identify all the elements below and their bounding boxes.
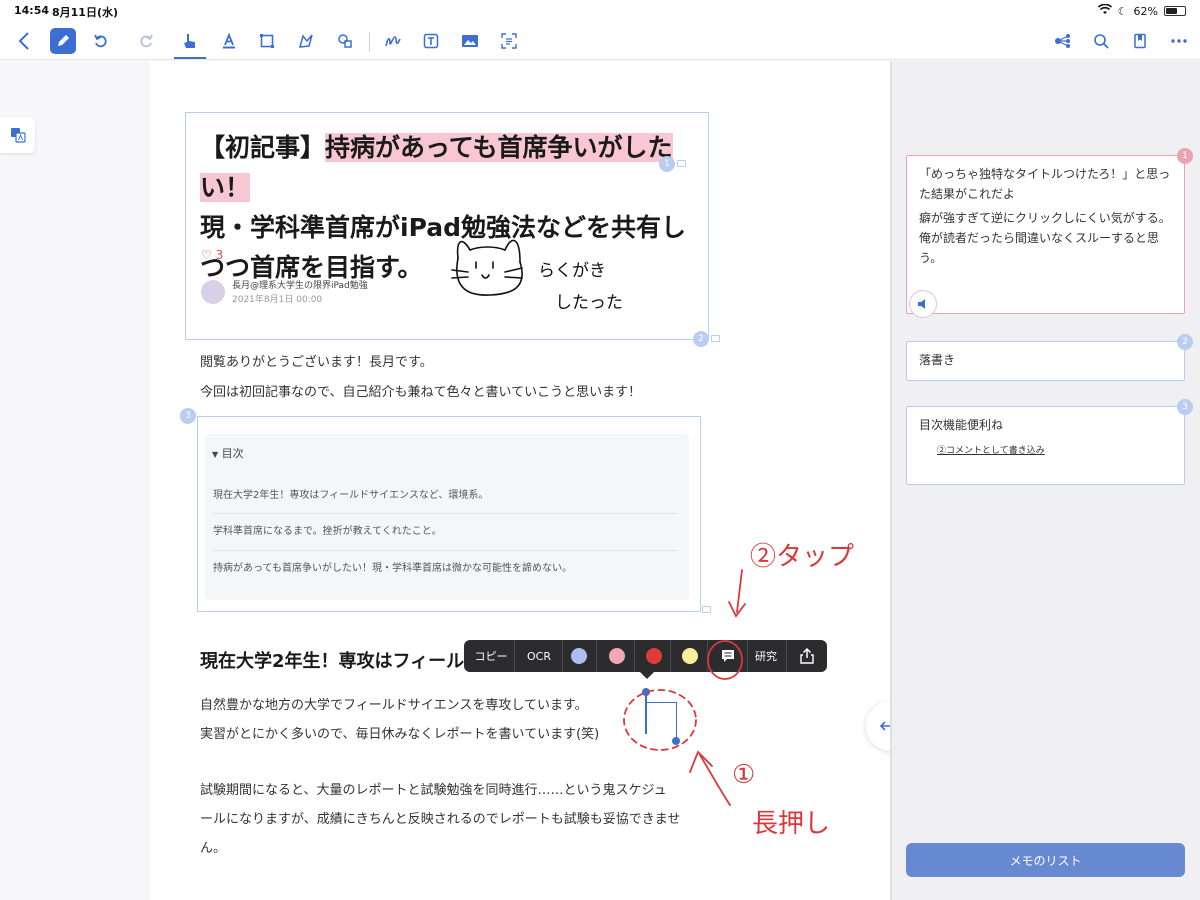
memo-list-button[interactable]: メモのリスト <box>906 843 1185 877</box>
battery-level <box>1166 8 1178 14</box>
text-box-icon[interactable] <box>418 28 444 54</box>
copy-button[interactable]: コピー <box>470 640 512 672</box>
bookmark-icon[interactable] <box>1127 28 1153 54</box>
memo-text-line: 「めっちゃ独特なタイトルつけたろ！」と思った結果がこれだよ <box>919 167 1171 201</box>
body-line-1: 自然豊かな地方の大学でフィールドサイエンスを専攻しています。 <box>200 698 588 713</box>
toc-item[interactable]: 現在大学2年生！専攻はフィールドサイエンスなど、環境系。 <box>213 486 488 501</box>
selection-caret <box>645 694 647 734</box>
scan-text-icon[interactable] <box>496 28 522 54</box>
body-line-4: ールになりますが、成績にきちんと反映されるのでレポートも試験も妥協できませ <box>200 812 681 827</box>
intro-line-1: 閲覧ありがとうございます！長月です。 <box>200 355 433 370</box>
status-bar: 14:54 8月11日(水) ☾ 62% <box>0 0 1200 22</box>
table-of-contents <box>205 434 689 600</box>
search-icon[interactable] <box>1088 28 1114 54</box>
status-time: 14:54 <box>14 4 50 17</box>
annotation-badge-3[interactable]: 3 <box>180 408 196 424</box>
toc-divider <box>213 513 678 514</box>
color-yellow-button[interactable] <box>682 648 698 664</box>
memo-badge-2: 2 <box>1177 334 1193 350</box>
popup-divider <box>514 640 515 672</box>
share-icon[interactable] <box>792 640 822 672</box>
popup-divider <box>786 640 787 672</box>
memo-text: 落書き <box>919 353 956 367</box>
more-icon[interactable] <box>1166 28 1192 54</box>
moon-icon: ☾ <box>1117 4 1128 18</box>
post-date: 2021年8月1日 00:00 <box>232 295 323 305</box>
popup-divider <box>707 640 708 672</box>
note-marker-icon[interactable] <box>677 160 686 167</box>
speaker-icon[interactable] <box>909 290 937 318</box>
scribble-icon[interactable] <box>380 28 406 54</box>
selection-popup: コピー OCR 研究 <box>464 640 827 672</box>
memo-text: 目次機能便利ね <box>919 418 1004 432</box>
title-prefix: 【初記事】 <box>200 133 326 162</box>
rectangle-icon[interactable] <box>254 28 280 54</box>
popup-pointer <box>640 672 654 679</box>
color-blue-button[interactable] <box>571 648 587 664</box>
note-marker-icon[interactable] <box>711 335 720 342</box>
toolbar-divider <box>369 32 370 52</box>
heart-icon: ♡ <box>201 248 212 262</box>
redo-icon[interactable] <box>133 28 159 54</box>
research-button[interactable]: 研究 <box>750 640 782 672</box>
toc-item[interactable]: 持病があっても首席争いがしたい！現・学科準首席は微かな可能性を諦めない。 <box>213 559 572 574</box>
battery-percent: 62% <box>1133 4 1158 18</box>
memo-badge-3: 3 <box>1177 399 1193 415</box>
memo-card-2[interactable]: 落書き <box>906 341 1185 381</box>
likes-count[interactable]: ♡ 3 <box>201 248 223 262</box>
image-icon[interactable] <box>457 28 483 54</box>
shapes-icon[interactable] <box>332 28 358 54</box>
hand-pointer-icon[interactable] <box>177 28 203 54</box>
status-right: ☾ 62% <box>1097 3 1186 18</box>
caret-down-icon: ▼ <box>212 450 219 459</box>
memo-badge-1: 1 <box>1177 148 1193 164</box>
ocr-button[interactable]: OCR <box>518 640 560 672</box>
toc-heading[interactable]: ▼ 目次 <box>212 445 244 461</box>
intro-line-2: 今回は初回記事なので、自己紹介も兼ねて色々と書いていこうと思います！ <box>200 385 642 400</box>
popup-divider <box>596 640 597 672</box>
active-tool-indicator <box>174 57 206 59</box>
popup-divider <box>634 640 635 672</box>
toc-divider <box>213 550 678 551</box>
body-line-5: ん。 <box>200 841 227 856</box>
undo-icon[interactable] <box>88 28 114 54</box>
author-name: 長月@理系大学生の限界iPad勉強 <box>232 281 368 291</box>
mindmap-icon[interactable] <box>1050 28 1076 54</box>
color-pink-button[interactable] <box>609 648 625 664</box>
likes-value: 3 <box>215 248 224 262</box>
body-line-3: 試験期間になると、大量のレポートと試験勉強を同時進行……という鬼スケジュ <box>200 783 667 798</box>
selection-area <box>676 702 677 740</box>
text-underline-icon[interactable] <box>216 28 242 54</box>
title-rest: 現・学科準首席がiPad勉強法などを共有しつつ首席を目指す。 <box>200 213 686 282</box>
memo-card-3[interactable]: 目次機能便利ね ②コメントとして書き込み <box>906 406 1185 485</box>
pencil-icon[interactable] <box>50 28 76 54</box>
memo-handwritten: ②コメントとして書き込み <box>937 446 1045 456</box>
lasso-icon[interactable] <box>293 28 319 54</box>
translate-icon[interactable] <box>0 117 35 153</box>
battery-icon <box>1164 6 1186 16</box>
popup-divider <box>670 640 671 672</box>
wifi-icon <box>1097 3 1112 18</box>
comment-icon[interactable] <box>713 640 743 672</box>
status-date: 8月11日(水) <box>52 6 119 19</box>
memo-card-1[interactable]: 「めっちゃ独特なタイトルつけたろ！」と思った結果がこれだよ 癖が強すぎて逆にクリ… <box>906 155 1185 314</box>
annotation-badge-1[interactable]: 1 <box>659 156 675 172</box>
memo-text-line: 俺が読者だったら間違いなくスルーすると思う。 <box>919 231 1160 265</box>
annotation-badge-2[interactable]: 2 <box>693 331 709 347</box>
body-line-2: 実習がとにかく多いので、毎日休みなくレポートを書いています(笑) <box>200 727 600 742</box>
article-title: 【初記事】持病があっても首席争いがしたい！ 現・学科準首席がiPad勉強法などを… <box>200 128 700 288</box>
popup-divider <box>747 640 748 672</box>
avatar <box>201 280 225 304</box>
memo-text-line: 癖が強すぎて逆にクリックしにくい気がする。 <box>919 211 1171 225</box>
main-toolbar <box>0 22 1200 60</box>
popup-divider <box>562 640 563 672</box>
selection-area <box>646 702 676 703</box>
selection-end-handle[interactable] <box>672 737 680 745</box>
back-icon[interactable] <box>11 28 37 54</box>
toc-item[interactable]: 学科準首席になるまで。挫折が教えてくれたこと。 <box>213 522 442 537</box>
toc-heading-label: 目次 <box>221 447 244 460</box>
color-red-button[interactable] <box>646 648 662 664</box>
note-marker-icon[interactable] <box>702 606 711 613</box>
